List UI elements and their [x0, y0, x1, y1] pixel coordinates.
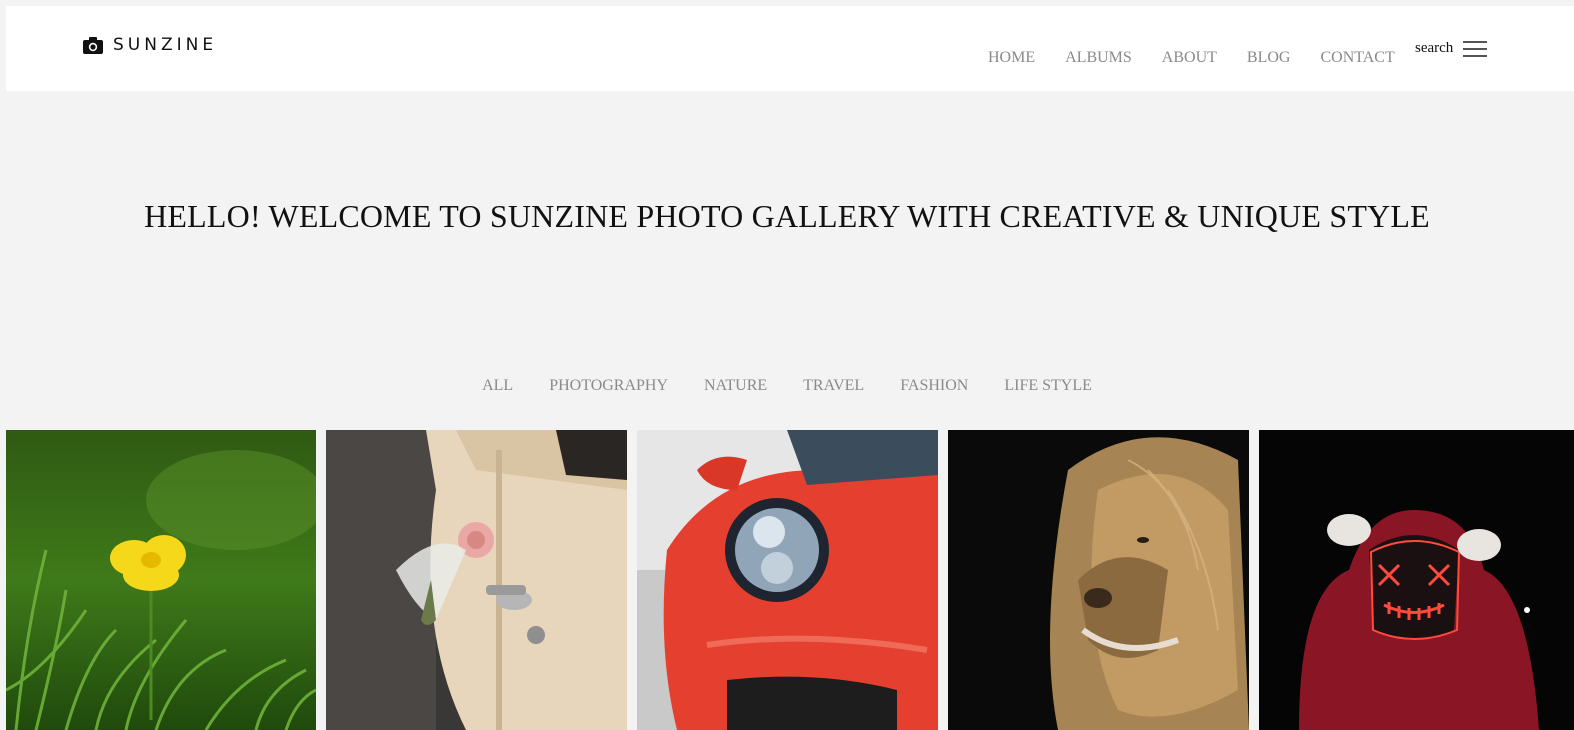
nav-blog[interactable]: BLOG [1247, 49, 1291, 67]
lion-portrait-photo [948, 430, 1249, 730]
nav-contact[interactable]: CONTACT [1320, 49, 1394, 67]
gallery-item-neon-mask[interactable] [1259, 430, 1574, 730]
logo-text: SUNZINE [113, 35, 218, 55]
filter-nature[interactable]: NATURE [704, 377, 767, 395]
vintage-car-door-rose-photo [326, 430, 627, 730]
gallery-item-car-door[interactable] [326, 430, 627, 730]
filter-photography[interactable]: PHOTOGRAPHY [549, 377, 668, 395]
gallery-item-lion[interactable] [948, 430, 1249, 730]
red-sports-car-headlight-photo [637, 430, 938, 730]
gallery-filters: ALL PHOTOGRAPHY NATURE TRAVEL FASHION LI… [0, 377, 1574, 395]
photo-gallery [0, 430, 1574, 730]
neon-mask-hoodie-photo [1259, 430, 1574, 730]
filter-fashion[interactable]: FASHION [900, 377, 968, 395]
filter-life-style[interactable]: LIFE STYLE [1004, 377, 1092, 395]
hamburger-icon[interactable] [1463, 40, 1488, 57]
site-header: SUNZINE HOME ALBUMS ABOUT BLOG CONTACT s… [6, 6, 1574, 91]
yellow-flower-photo [6, 430, 316, 730]
filter-all[interactable]: ALL [482, 377, 513, 395]
gallery-item-red-car[interactable] [637, 430, 938, 730]
search-link[interactable]: search [1415, 40, 1453, 57]
site-logo[interactable]: SUNZINE [83, 34, 217, 56]
nav-albums[interactable]: ALBUMS [1065, 49, 1132, 67]
search-area: search [1415, 40, 1488, 57]
main-nav: HOME ALBUMS ABOUT BLOG CONTACT [988, 49, 1425, 67]
filter-travel[interactable]: TRAVEL [803, 377, 864, 395]
camera-icon [83, 37, 103, 54]
nav-home[interactable]: HOME [988, 49, 1035, 67]
hero-title: HELLO! WELCOME TO SUNZINE PHOTO GALLERY … [144, 198, 1430, 234]
gallery-item-flower[interactable] [6, 430, 316, 730]
nav-about[interactable]: ABOUT [1162, 49, 1217, 67]
